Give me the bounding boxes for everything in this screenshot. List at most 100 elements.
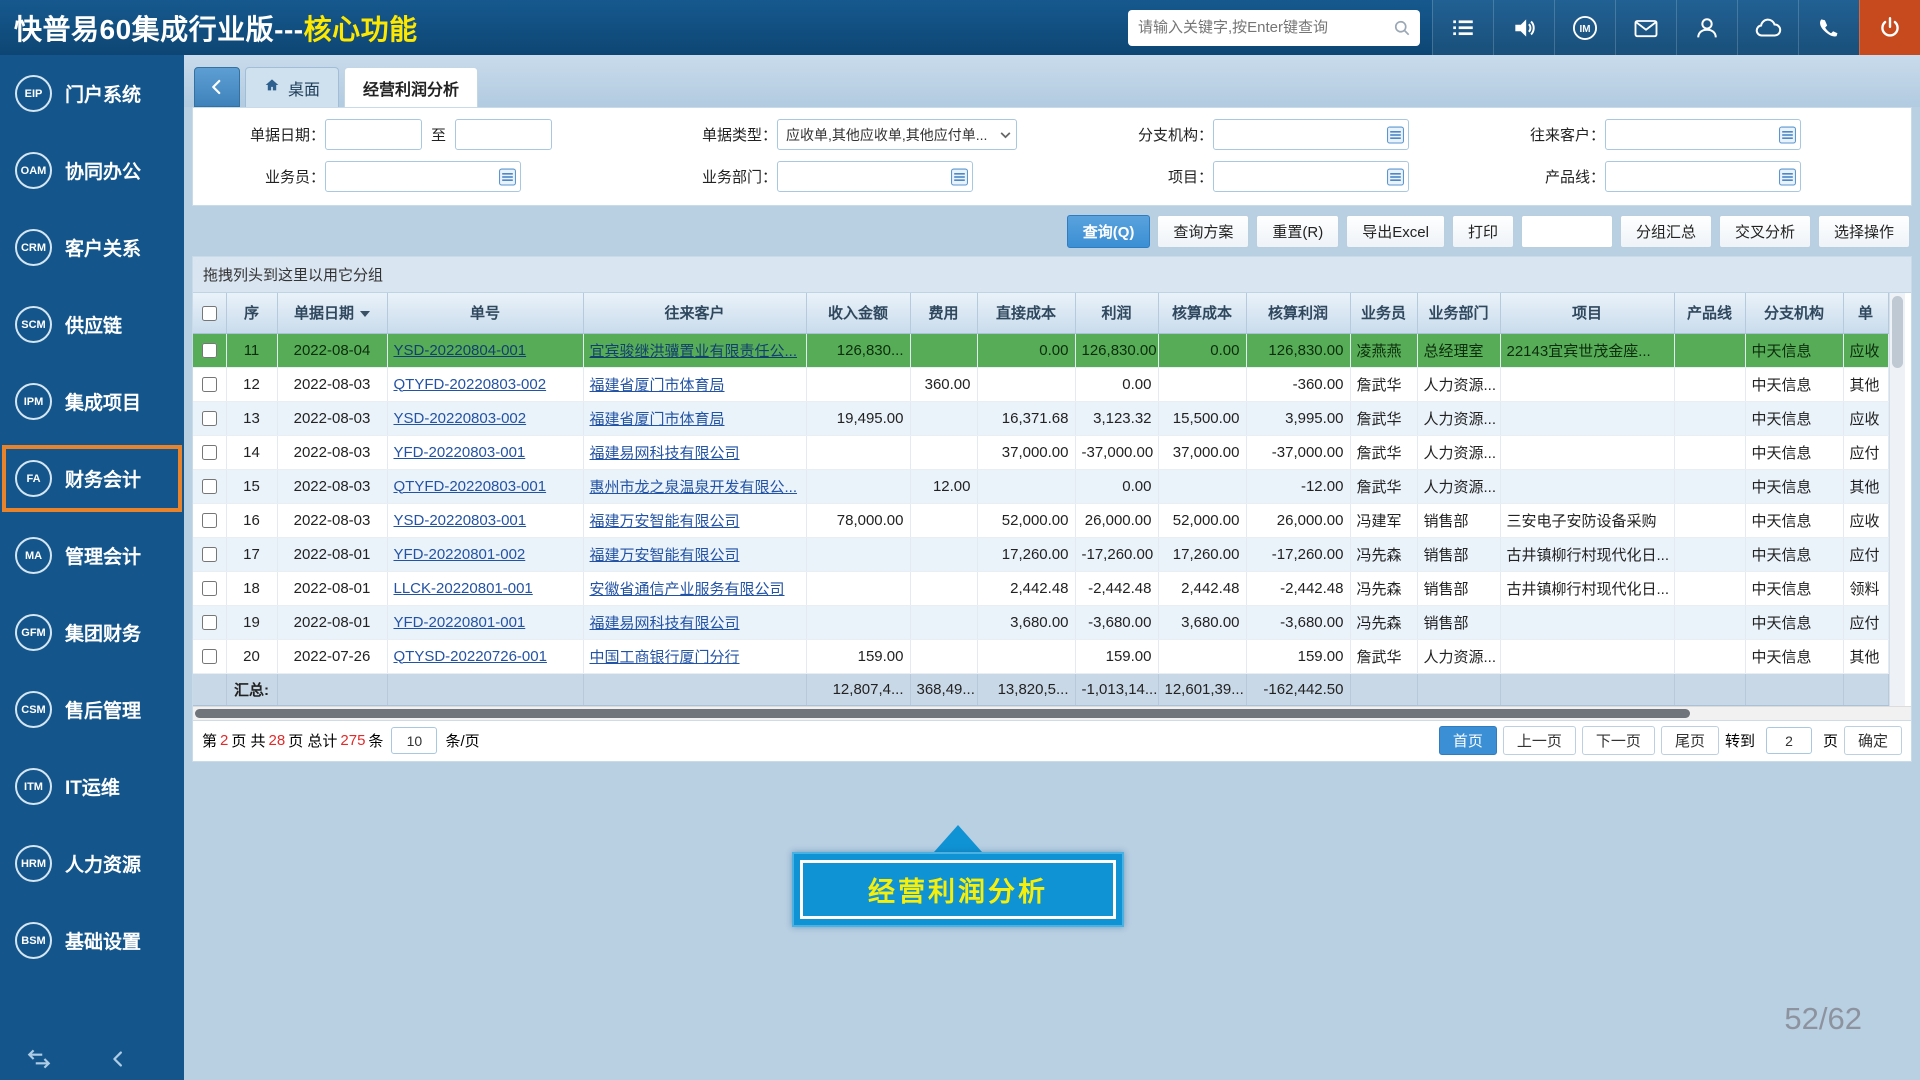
tab-desktop[interactable]: 桌面	[245, 67, 339, 107]
cross-analysis-button[interactable]: 交叉分析	[1719, 215, 1811, 248]
doc-number-link[interactable]: QTYFD-20220803-002	[394, 376, 547, 393]
query-button[interactable]: 查询(Q)	[1067, 215, 1151, 248]
lookup-icon[interactable]	[1779, 168, 1796, 185]
sidebar-item-scm[interactable]: SCM供应链	[0, 286, 184, 363]
date-from-input[interactable]	[326, 120, 421, 149]
speaker-icon[interactable]	[1493, 0, 1554, 55]
filter-input[interactable]	[778, 162, 972, 191]
lookup-icon[interactable]	[1387, 168, 1404, 185]
sidebar-item-oam[interactable]: OAM协同办公	[0, 132, 184, 209]
filter-input[interactable]	[1606, 162, 1800, 191]
row-checkbox[interactable]	[202, 581, 217, 596]
doc-number-link[interactable]: YFD-20220803-001	[394, 444, 526, 461]
query-plan-button[interactable]: 查询方案	[1157, 215, 1249, 248]
user-icon[interactable]	[1676, 0, 1737, 55]
row-checkbox[interactable]	[202, 343, 217, 358]
doc-number-link[interactable]: YSD-20220804-001	[394, 342, 527, 359]
horizontal-scroll-thumb[interactable]	[195, 709, 1690, 718]
sidebar-item-ma[interactable]: MA管理会计	[0, 517, 184, 594]
sidebar-item-eip[interactable]: EIP门户系统	[0, 55, 184, 132]
doc-number-link[interactable]: YSD-20220803-002	[394, 410, 527, 427]
table-row[interactable]: 182022-08-01LLCK-20220801-001安徽省通信产业服务有限…	[193, 571, 1888, 605]
search-input[interactable]	[1128, 19, 1392, 36]
row-checkbox[interactable]	[202, 411, 217, 426]
doc-number-link[interactable]: LLCK-20220801-001	[394, 580, 533, 597]
column-header[interactable]: 利润	[1075, 293, 1158, 333]
group-summary-button[interactable]: 分组汇总	[1620, 215, 1712, 248]
column-header[interactable]: 项目	[1500, 293, 1674, 333]
column-header[interactable]: 业务部门	[1417, 293, 1500, 333]
column-header[interactable]: 单	[1843, 293, 1888, 333]
row-checkbox[interactable]	[202, 513, 217, 528]
doc-number-link[interactable]: YFD-20220801-002	[394, 546, 526, 563]
select-all-checkbox[interactable]	[202, 306, 217, 321]
dropdown-caret-icon[interactable]	[999, 128, 1012, 141]
export-excel-button[interactable]: 导出Excel	[1346, 215, 1445, 248]
table-row[interactable]: 152022-08-03QTYFD-20220803-001惠州市龙之泉温泉开发…	[193, 469, 1888, 503]
column-header[interactable]: 收入金额	[806, 293, 910, 333]
column-header[interactable]: 序	[226, 293, 277, 333]
tab-profit-analysis[interactable]: 经营利润分析	[344, 67, 478, 107]
doc-number-link[interactable]: QTYFD-20220803-001	[394, 478, 547, 495]
customer-link[interactable]: 福建易网科技有限公司	[590, 445, 740, 462]
customer-link[interactable]: 福建万安智能有限公司	[590, 547, 740, 564]
row-checkbox[interactable]	[202, 649, 217, 664]
customer-link[interactable]: 福建省厦门市体育局	[590, 411, 725, 428]
sidebar-item-gfm[interactable]: GFM集团财务	[0, 594, 184, 671]
table-row[interactable]: 162022-08-03YSD-20220803-001福建万安智能有限公司78…	[193, 503, 1888, 537]
customer-link[interactable]: 中国工商银行厦门分行	[590, 649, 740, 666]
table-row[interactable]: 192022-08-01YFD-20220801-001福建易网科技有限公司3,…	[193, 605, 1888, 639]
phone-icon[interactable]	[1798, 0, 1859, 55]
column-header[interactable]: 往来客户	[583, 293, 806, 333]
lookup-icon[interactable]	[1779, 126, 1796, 143]
sidebar-item-hrm[interactable]: HRM人力资源	[0, 825, 184, 902]
row-checkbox[interactable]	[202, 615, 217, 630]
table-row[interactable]: 122022-08-03QTYFD-20220803-002福建省厦门市体育局3…	[193, 367, 1888, 401]
mail-icon[interactable]	[1615, 0, 1676, 55]
column-header[interactable]: 单据日期	[277, 293, 387, 333]
goto-confirm-button[interactable]: 确定	[1844, 726, 1902, 755]
filter-input[interactable]	[1214, 162, 1408, 191]
row-checkbox[interactable]	[202, 445, 217, 460]
cloud-icon[interactable]	[1737, 0, 1798, 55]
column-header[interactable]: 费用	[910, 293, 977, 333]
next-page-button[interactable]: 下一页	[1582, 726, 1655, 755]
table-row[interactable]: 112022-08-04YSD-20220804-001宜宾骏继洪骥置业有限责任…	[193, 333, 1888, 367]
power-icon[interactable]	[1859, 0, 1920, 55]
back-button[interactable]	[194, 67, 240, 107]
customer-link[interactable]: 福建省厦门市体育局	[590, 377, 725, 394]
column-header[interactable]: 核算利润	[1246, 293, 1350, 333]
reset-button[interactable]: 重置(R)	[1256, 215, 1339, 248]
table-row[interactable]: 172022-08-01YFD-20220801-002福建万安智能有限公司17…	[193, 537, 1888, 571]
sidebar-item-ipm[interactable]: IPM集成项目	[0, 363, 184, 440]
customer-link[interactable]: 惠州市龙之泉温泉开发有限公...	[590, 479, 798, 496]
column-header[interactable]: 业务员	[1350, 293, 1417, 333]
lookup-icon[interactable]	[951, 168, 968, 185]
print-button[interactable]: 打印	[1452, 215, 1514, 248]
column-header[interactable]: 单号	[387, 293, 583, 333]
doc-number-link[interactable]: YSD-20220803-001	[394, 512, 527, 529]
page-size-input[interactable]	[391, 727, 437, 754]
row-checkbox[interactable]	[202, 377, 217, 392]
group-by-dropzone[interactable]: 拖拽列头到这里以用它分组	[193, 257, 1911, 293]
select-operation-button[interactable]: 选择操作	[1818, 215, 1910, 248]
column-header[interactable]: 直接成本	[977, 293, 1075, 333]
global-search-box[interactable]	[1128, 10, 1420, 46]
im-icon[interactable]: IM	[1554, 0, 1615, 55]
filter-input[interactable]	[1606, 120, 1800, 149]
doc-number-link[interactable]: YFD-20220801-001	[394, 614, 526, 631]
column-header[interactable]: 分支机构	[1745, 293, 1843, 333]
goto-page-input[interactable]	[1766, 727, 1812, 754]
row-checkbox[interactable]	[202, 547, 217, 562]
collapse-sidebar-icon[interactable]	[108, 1048, 130, 1070]
column-header[interactable]: 产品线	[1674, 293, 1745, 333]
sidebar-item-crm[interactable]: CRM客户关系	[0, 209, 184, 286]
table-row[interactable]: 132022-08-03YSD-20220803-002福建省厦门市体育局19,…	[193, 401, 1888, 435]
lookup-icon[interactable]	[499, 168, 516, 185]
filter-input[interactable]	[326, 162, 520, 191]
lookup-icon[interactable]	[1387, 126, 1404, 143]
customer-link[interactable]: 福建易网科技有限公司	[590, 615, 740, 632]
prev-page-button[interactable]: 上一页	[1503, 726, 1576, 755]
blank-button[interactable]	[1521, 215, 1613, 248]
first-page-button[interactable]: 首页	[1439, 726, 1497, 755]
